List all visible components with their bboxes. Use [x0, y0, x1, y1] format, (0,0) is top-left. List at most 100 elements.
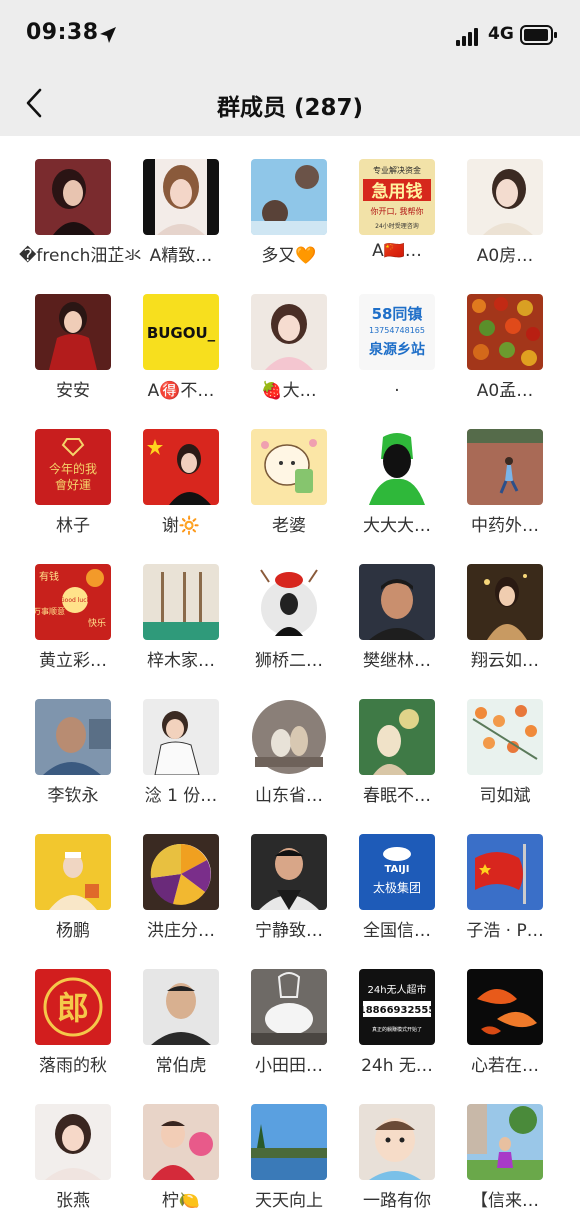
member-name: 翔云如… — [471, 651, 539, 671]
svg-text:58同镇: 58同镇 — [372, 305, 423, 323]
svg-text:快乐: 快乐 — [88, 617, 106, 629]
avatar — [359, 699, 435, 775]
member-name: 老婆 — [272, 516, 306, 536]
svg-text:24h无人超市: 24h无人超市 — [367, 983, 426, 996]
member-name: 天天向上 — [255, 1191, 323, 1211]
avatar — [143, 969, 219, 1045]
avatar: 有钱 Good luck 万事顺意 快乐 — [35, 564, 111, 640]
location-arrow-icon — [100, 27, 116, 43]
avatar — [467, 159, 543, 235]
avatar — [359, 1104, 435, 1180]
member-name: 24h 无… — [361, 1056, 433, 1076]
avatar — [143, 699, 219, 775]
member-name: 大大大… — [363, 516, 431, 536]
svg-text:13754748165: 13754748165 — [369, 326, 425, 335]
member-name: 多又🧡 — [261, 246, 317, 266]
member-name: A精致… — [149, 246, 213, 266]
member-name: A🉐不… — [147, 381, 215, 401]
member-name: A0房… — [476, 246, 534, 266]
status-time: 09:38 — [26, 20, 99, 45]
avatar — [467, 294, 543, 370]
member-name: A🇨🇳… — [372, 241, 422, 261]
svg-text:专业解决资金: 专业解决资金 — [373, 165, 421, 175]
avatar — [143, 429, 219, 505]
avatar — [251, 1104, 327, 1180]
member-name: 狮桥二… — [255, 651, 323, 671]
member-grid: �french沺芷氺 A精致… 多又🧡 专业解决资金 急用钱 你开口, 我帮你 … — [0, 136, 580, 1226]
member-name: 子浩 · P… — [466, 921, 544, 941]
avatar — [467, 1104, 543, 1180]
member-name: 杨鹏 — [56, 921, 90, 941]
avatar: 24h无人超市 18866932555 真正的躺赚模式开始了 — [359, 969, 435, 1045]
avatar — [143, 834, 219, 910]
member-name: 黄立彩… — [39, 651, 107, 671]
svg-text:今年的我: 今年的我 — [49, 461, 97, 476]
member-name: 🍓大… — [261, 381, 317, 401]
member-name: 安安 — [56, 381, 90, 401]
member-name: 宁静致… — [255, 921, 323, 941]
svg-text:Good luck: Good luck — [60, 597, 90, 604]
member-name: 梓木家… — [147, 651, 215, 671]
svg-text:万事顺意: 万事顺意 — [35, 606, 65, 616]
member-name: 林子 — [56, 516, 90, 536]
member-name: 【信来… — [471, 1191, 539, 1211]
page-title: 群成员 (287) — [216, 95, 364, 121]
avatar — [467, 834, 543, 910]
member-name: 张燕 — [56, 1191, 90, 1211]
member-name: 心若在… — [471, 1056, 539, 1076]
avatar — [251, 969, 327, 1045]
avatar: 专业解决资金 急用钱 你开口, 我帮你 24小时受理咨询 — [359, 159, 435, 235]
member-name: 一路有你 — [363, 1191, 431, 1211]
member-name: 司如斌 — [479, 786, 531, 806]
svg-text:郎: 郎 — [57, 989, 89, 1027]
svg-text:有钱: 有钱 — [39, 570, 59, 583]
avatar: TAIJI 太极集团 — [359, 834, 435, 910]
avatar — [35, 699, 111, 775]
svg-text:24小时受理咨询: 24小时受理咨询 — [375, 222, 419, 230]
svg-text:BUGOU_: BUGOU_ — [147, 324, 216, 342]
member-name: 谢🔆 — [161, 516, 201, 536]
member-name: . — [394, 376, 400, 396]
avatar — [359, 564, 435, 640]
member-name: 全国信… — [363, 921, 431, 941]
member-name: 李钦永 — [47, 786, 99, 806]
svg-text:真正的躺赚模式开始了: 真正的躺赚模式开始了 — [372, 1026, 422, 1033]
member-name: 小田田… — [255, 1056, 323, 1076]
avatar — [251, 159, 327, 235]
member-name: 春眠不… — [363, 786, 431, 806]
avatar: BUGOU_ — [143, 294, 219, 370]
network-type: 4G — [488, 24, 514, 44]
navigation-bar: 群成员 (287) — [0, 72, 580, 136]
avatar — [35, 294, 111, 370]
member-name: 落雨的秋 — [39, 1056, 107, 1076]
member-name: 樊继林… — [363, 651, 431, 671]
avatar: 今年的我 會好運 — [35, 429, 111, 505]
avatar — [467, 429, 543, 505]
avatar — [251, 429, 327, 505]
member-name: 中药外… — [471, 516, 539, 536]
avatar — [35, 834, 111, 910]
member-name: 柠🍋 — [161, 1191, 201, 1211]
svg-text:泉源乡站: 泉源乡站 — [369, 341, 425, 358]
svg-text:TAIJI: TAIJI — [385, 864, 410, 875]
avatar — [467, 564, 543, 640]
member-name: �french沺芷氺 — [19, 246, 142, 266]
member-name: 淰 1 份… — [144, 786, 218, 806]
avatar — [251, 699, 327, 775]
battery-icon — [520, 25, 557, 45]
svg-text:太极集团: 太极集团 — [373, 880, 421, 895]
svg-text:18866932555: 18866932555 — [359, 1005, 435, 1016]
avatar — [359, 429, 435, 505]
avatar — [143, 1104, 219, 1180]
member-name: 山东省… — [255, 786, 323, 806]
avatar — [251, 294, 327, 370]
member-name: A0孟… — [476, 381, 534, 401]
avatar — [35, 1104, 111, 1180]
avatar — [143, 564, 219, 640]
avatar — [251, 834, 327, 910]
avatar — [35, 159, 111, 235]
avatar: 郎 — [35, 969, 111, 1045]
cellular-signal-icon — [456, 28, 478, 46]
avatar — [143, 159, 219, 235]
avatar — [251, 564, 327, 640]
